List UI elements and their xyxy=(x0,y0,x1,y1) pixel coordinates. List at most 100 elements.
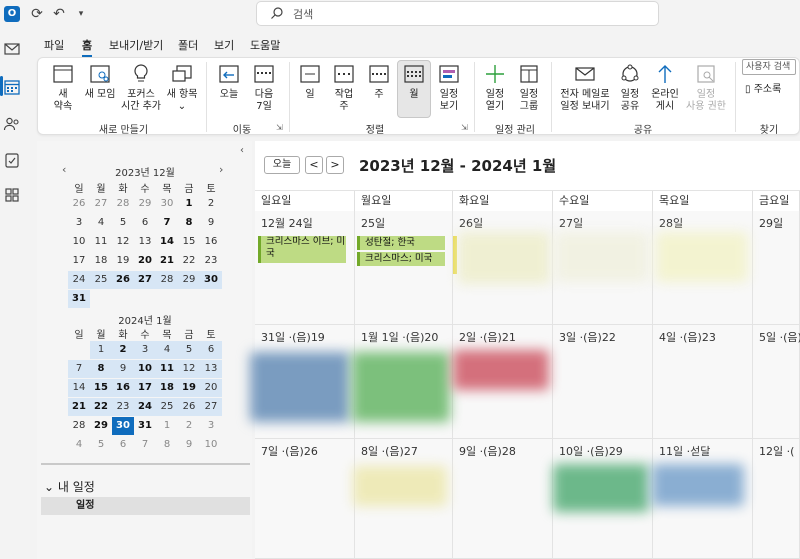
minical-day[interactable]: 21 xyxy=(68,398,90,416)
apps-icon[interactable] xyxy=(3,186,21,204)
minical-day[interactable]: 28 xyxy=(156,271,178,289)
minical-day[interactable]: 7 xyxy=(134,436,156,454)
minical-day[interactable]: 6 xyxy=(112,436,134,454)
undo-icon[interactable]: ↶ xyxy=(50,5,68,23)
minical-day[interactable]: 8 xyxy=(90,360,112,378)
minical-day[interactable]: 1 xyxy=(178,195,200,213)
tab-file[interactable]: 파일 xyxy=(44,37,64,53)
work-week-view-button[interactable]: 작업 주 xyxy=(327,62,361,113)
search-box[interactable] xyxy=(256,1,659,26)
minical-day[interactable]: 22 xyxy=(178,252,200,270)
day-cell[interactable]: 9일 ·(음)28 xyxy=(453,439,553,559)
minical-day[interactable]: 24 xyxy=(68,271,90,289)
minical-day[interactable]: 9 xyxy=(178,436,200,454)
minical-day[interactable]: 5 xyxy=(178,341,200,359)
email-calendar-button[interactable]: 전자 메일로 일정 보내기 xyxy=(557,62,613,113)
minical-day[interactable]: 18 xyxy=(156,379,178,397)
blurred-event[interactable] xyxy=(458,232,550,284)
sync-icon[interactable]: ⟳ xyxy=(28,5,46,23)
calendar-permissions-button[interactable]: 일정 사용 권한 xyxy=(683,62,729,113)
minical-day[interactable]: 10 xyxy=(68,233,90,251)
blurred-event[interactable] xyxy=(353,466,447,506)
minical-day[interactable]: 2 xyxy=(112,341,134,359)
minical-day[interactable]: 30 xyxy=(112,417,134,435)
minical-day[interactable]: 5 xyxy=(112,214,134,232)
minical-day[interactable]: 12 xyxy=(178,360,200,378)
minical-day[interactable]: 22 xyxy=(90,398,112,416)
holiday-event[interactable]: 크리스마스 이브; 미국 xyxy=(258,236,346,263)
minical-day[interactable]: 13 xyxy=(200,360,222,378)
week-view-button[interactable]: 주 xyxy=(363,62,395,101)
minical-day[interactable]: 10 xyxy=(200,436,222,454)
minical-day[interactable]: 8 xyxy=(156,436,178,454)
minical-day[interactable]: 12 xyxy=(112,233,134,251)
new-meeting-button[interactable]: 새 모임 xyxy=(80,62,120,101)
blurred-event[interactable] xyxy=(556,232,648,282)
minical-day[interactable]: 29 xyxy=(90,417,112,435)
minical-day[interactable]: 6 xyxy=(134,214,156,232)
minical-day[interactable]: 16 xyxy=(200,233,222,251)
customize-toolbar-icon[interactable]: ▾ xyxy=(72,5,90,23)
minical-day[interactable]: 28 xyxy=(68,417,90,435)
minical-day[interactable]: 4 xyxy=(68,436,90,454)
minical-day[interactable]: 29 xyxy=(134,195,156,213)
minical-day[interactable]: 15 xyxy=(90,379,112,397)
minical-day[interactable]: 11 xyxy=(90,233,112,251)
tab-help[interactable]: 도움말 xyxy=(250,37,280,53)
blurred-event[interactable] xyxy=(453,350,549,390)
minical-day[interactable]: 16 xyxy=(112,379,134,397)
dialog-launcher-icon[interactable]: ⇲ xyxy=(276,123,283,132)
day-cell[interactable]: 29일 xyxy=(753,211,800,325)
minical-prev-icon[interactable]: ‹ xyxy=(62,163,66,176)
minical-day[interactable]: 3 xyxy=(200,417,222,435)
minical-day[interactable]: 25 xyxy=(90,271,112,289)
dialog-launcher-icon[interactable]: ⇲ xyxy=(461,123,468,132)
blurred-event[interactable] xyxy=(652,464,744,506)
day-cell[interactable]: 4일 ·(음)23 xyxy=(653,325,753,439)
publish-online-button[interactable]: 온라인 게시 xyxy=(647,62,683,113)
day-cell[interactable]: 25일 xyxy=(355,211,453,325)
calendar-groups-button[interactable]: 일정 그룹 xyxy=(513,62,545,113)
minical-day[interactable]: 17 xyxy=(134,379,156,397)
blurred-event[interactable] xyxy=(553,464,649,512)
minical-day[interactable]: 26 xyxy=(112,271,134,289)
minical-day[interactable]: 21 xyxy=(156,252,178,270)
minical-day[interactable]: 29 xyxy=(178,271,200,289)
tasks-icon[interactable] xyxy=(3,151,21,169)
minical-day[interactable]: 14 xyxy=(156,233,178,251)
month-view-button[interactable]: 월 xyxy=(399,62,429,101)
minical-day[interactable]: 30 xyxy=(200,271,222,289)
minical-day[interactable]: 20 xyxy=(200,379,222,397)
tab-home[interactable]: 홈 xyxy=(82,37,93,57)
tab-folder[interactable]: 폴더 xyxy=(178,37,198,53)
minical-day[interactable]: 6 xyxy=(200,341,222,359)
new-item-button[interactable]: 새 항목 ⌄ xyxy=(163,62,201,113)
day-cell[interactable]: 7일 ·(음)26 xyxy=(255,439,355,559)
next-button[interactable]: > xyxy=(326,156,344,174)
minical-day[interactable]: 2 xyxy=(200,195,222,213)
go-to-today-button[interactable]: 오늘 xyxy=(264,156,300,174)
user-search-input[interactable]: 사용자 검색 xyxy=(742,59,796,75)
minical-day[interactable]: 26 xyxy=(68,195,90,213)
my-calendars-header[interactable]: ⌄ 내 일정 xyxy=(44,478,95,495)
schedule-view-button[interactable]: 일정 보기 xyxy=(434,62,464,113)
minical-day[interactable]: 1 xyxy=(90,341,112,359)
day-cell[interactable]: 12일 ·( xyxy=(753,439,800,559)
minical-day[interactable]: 9 xyxy=(200,214,222,232)
minical-day[interactable]: 19 xyxy=(112,252,134,270)
holiday-event[interactable]: 성탄절; 한국 xyxy=(357,236,445,250)
minical-day[interactable]: 17 xyxy=(68,252,90,270)
minical-day[interactable]: 1 xyxy=(156,417,178,435)
calendar-list-item[interactable]: 일정 xyxy=(41,497,250,515)
minical-day[interactable]: 25 xyxy=(156,398,178,416)
share-calendar-button[interactable]: 일정 공유 xyxy=(614,62,646,113)
minical-day[interactable]: 11 xyxy=(156,360,178,378)
calendar-icon[interactable] xyxy=(3,78,21,96)
minical-day[interactable]: 8 xyxy=(178,214,200,232)
day-cell[interactable]: 12월 24일 xyxy=(255,211,355,325)
minical-day[interactable]: 7 xyxy=(68,360,90,378)
collapse-pane-icon[interactable]: ‹ xyxy=(240,145,244,156)
minical-day[interactable]: 31 xyxy=(134,417,156,435)
minical-day[interactable]: 18 xyxy=(90,252,112,270)
minical-day[interactable]: 3 xyxy=(134,341,156,359)
